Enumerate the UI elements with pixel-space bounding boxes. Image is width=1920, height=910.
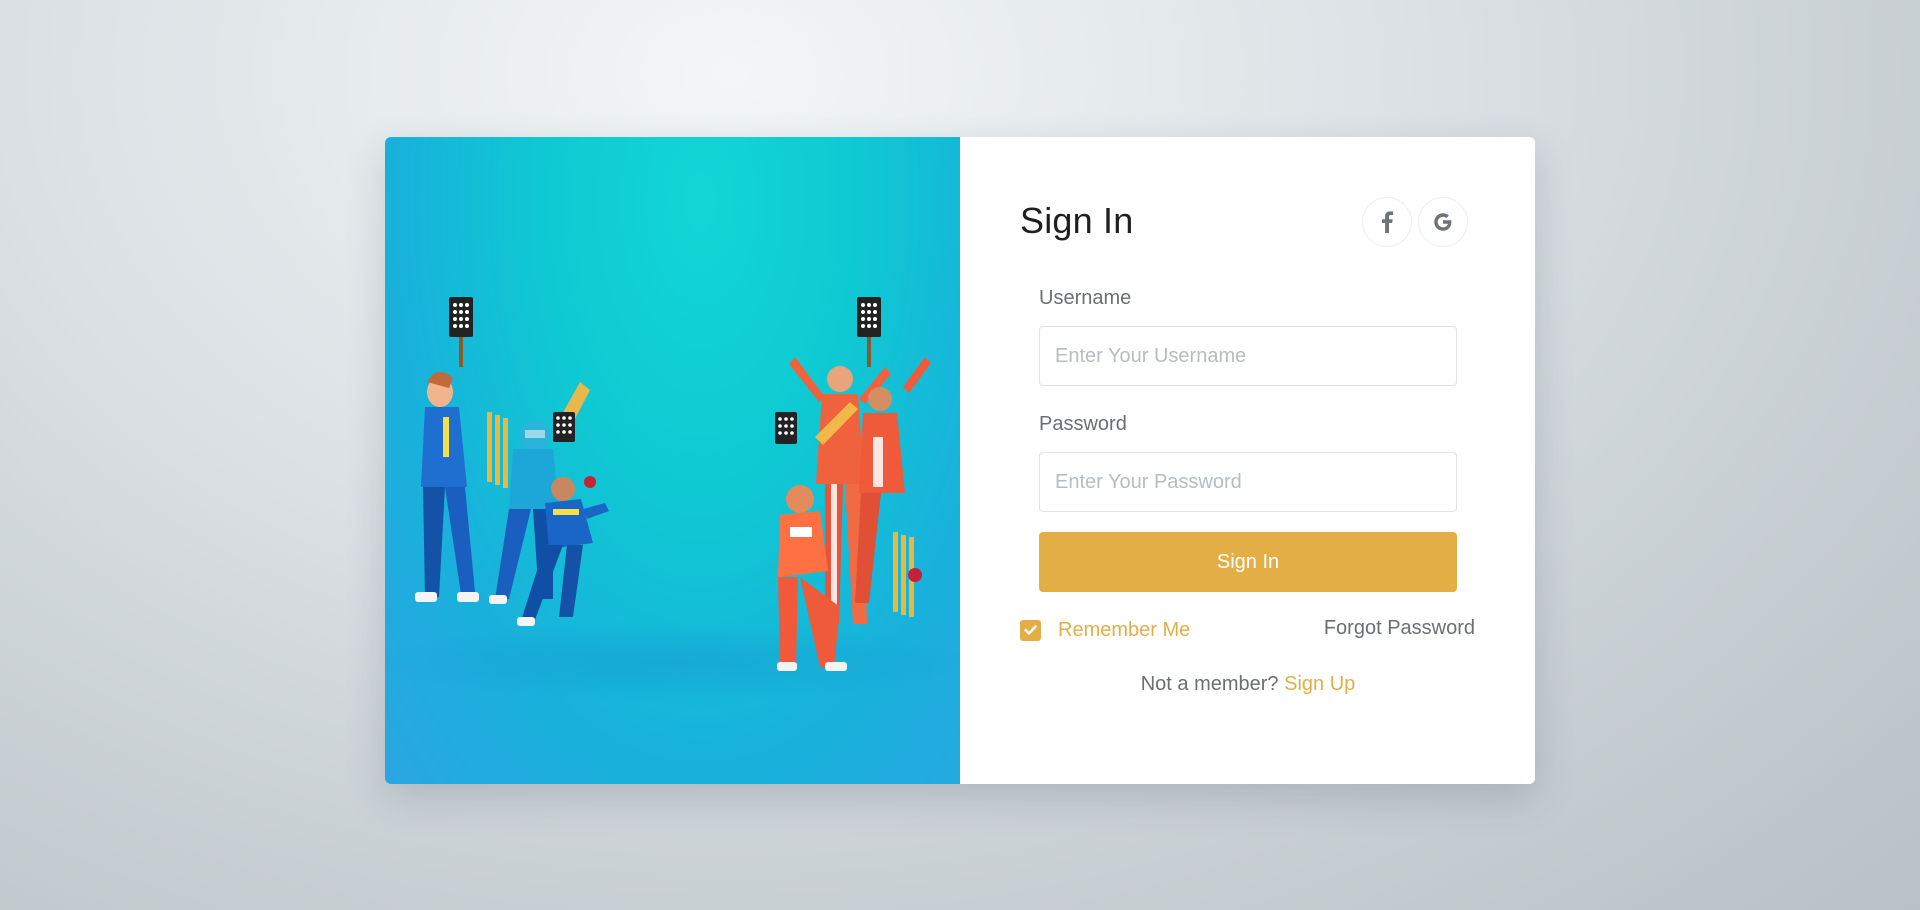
facebook-icon [1382, 211, 1393, 233]
sign-in-button[interactable]: Sign In [1039, 532, 1457, 592]
google-icon [1434, 213, 1452, 231]
forgot-password-link[interactable]: Forgot Password [1324, 617, 1475, 640]
cricket-players-illustration [385, 297, 960, 702]
username-input[interactable] [1039, 326, 1457, 386]
orange-team-players [775, 297, 931, 671]
google-login-button[interactable] [1418, 197, 1468, 247]
password-input[interactable] [1039, 452, 1457, 512]
remember-me-label: Remember Me [1058, 618, 1191, 641]
checkbox-checked-icon [1020, 619, 1041, 641]
facebook-login-button[interactable] [1362, 197, 1412, 247]
blue-team-players [415, 297, 609, 626]
hero-illustration-panel [385, 137, 960, 784]
sign-up-link[interactable]: Sign Up [1284, 673, 1355, 695]
remember-me-checkbox[interactable]: Remember Me [1020, 617, 1190, 643]
